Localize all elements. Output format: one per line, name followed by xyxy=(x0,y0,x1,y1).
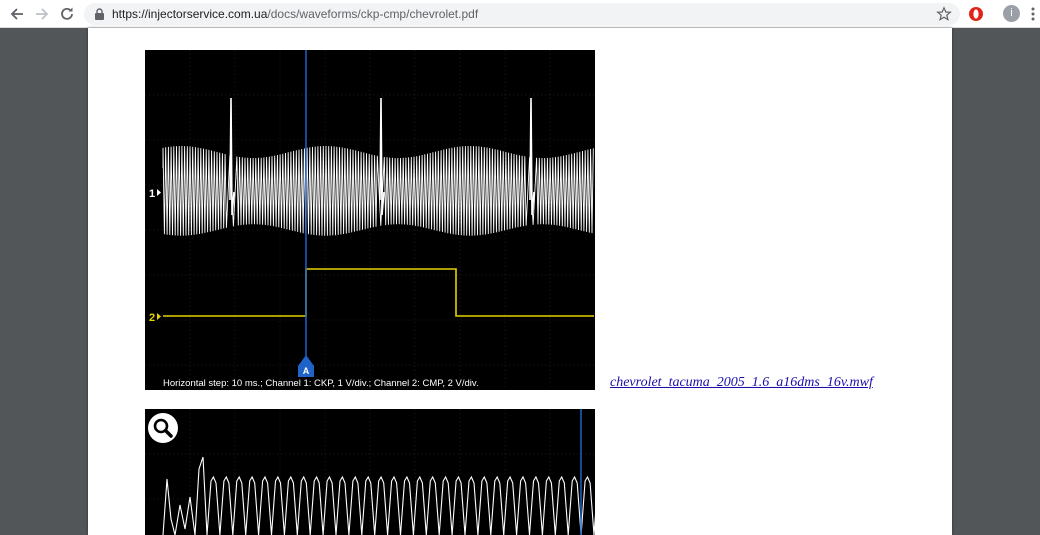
oscilloscope-waveform-ckp-cmp: A 1 2 Horizontal step: 10 ms.; Channel 1… xyxy=(145,50,595,390)
channel-2-cmp-trace xyxy=(163,268,594,317)
waveform-plot: A 1 2 xyxy=(145,50,595,390)
lock-icon xyxy=(95,8,104,20)
url-path: /docs/waveforms/ckp-cmp/chevrolet.pdf xyxy=(267,7,479,21)
zoom-button[interactable] xyxy=(148,413,178,443)
oscilloscope-grid-2 xyxy=(145,409,595,535)
url-host: https://injectorservice.com.ua xyxy=(112,7,268,21)
opera-extension-icon[interactable] xyxy=(968,6,984,22)
waveform-caption: Horizontal step: 10 ms.; Channel 1: CKP,… xyxy=(163,378,479,389)
url-text[interactable]: https://injectorservice.com.ua/docs/wave… xyxy=(112,7,478,21)
channel-1-ckp-trace xyxy=(162,145,594,236)
cursor-a-label: A xyxy=(303,366,310,376)
waveform-plot-2 xyxy=(145,409,595,535)
channel-2-arrow-icon xyxy=(157,313,161,320)
magnifier-icon xyxy=(153,418,173,438)
pdf-viewer[interactable]: A 1 2 Horizontal step: 10 ms.; Channel 1… xyxy=(0,28,1040,535)
channel-2-marker: 2 xyxy=(149,312,155,324)
zoomed-ckp-trace xyxy=(162,456,595,535)
address-bar[interactable]: https://injectorservice.com.ua/docs/wave… xyxy=(84,3,960,25)
reload-icon[interactable] xyxy=(57,4,77,24)
browser-toolbar: https://injectorservice.com.ua/docs/wave… xyxy=(0,0,1040,28)
channel-1-marker: 1 xyxy=(149,188,155,200)
back-arrow-icon[interactable] xyxy=(7,4,27,24)
mwf-file-download-link[interactable]: chevrolet_tacuma_2005_1.6_a16dms_16v.mwf xyxy=(610,375,873,391)
oscilloscope-waveform-zoomed xyxy=(145,409,595,535)
forward-arrow-icon[interactable] xyxy=(32,4,52,24)
profile-avatar[interactable]: i xyxy=(1003,5,1020,22)
pdf-page: A 1 2 Horizontal step: 10 ms.; Channel 1… xyxy=(88,28,952,535)
bookmark-star-icon[interactable] xyxy=(936,6,952,22)
cursor-a-marker[interactable]: A xyxy=(298,355,314,377)
more-menu-icon[interactable] xyxy=(1028,6,1038,22)
channel-1-arrow-icon xyxy=(157,189,161,196)
